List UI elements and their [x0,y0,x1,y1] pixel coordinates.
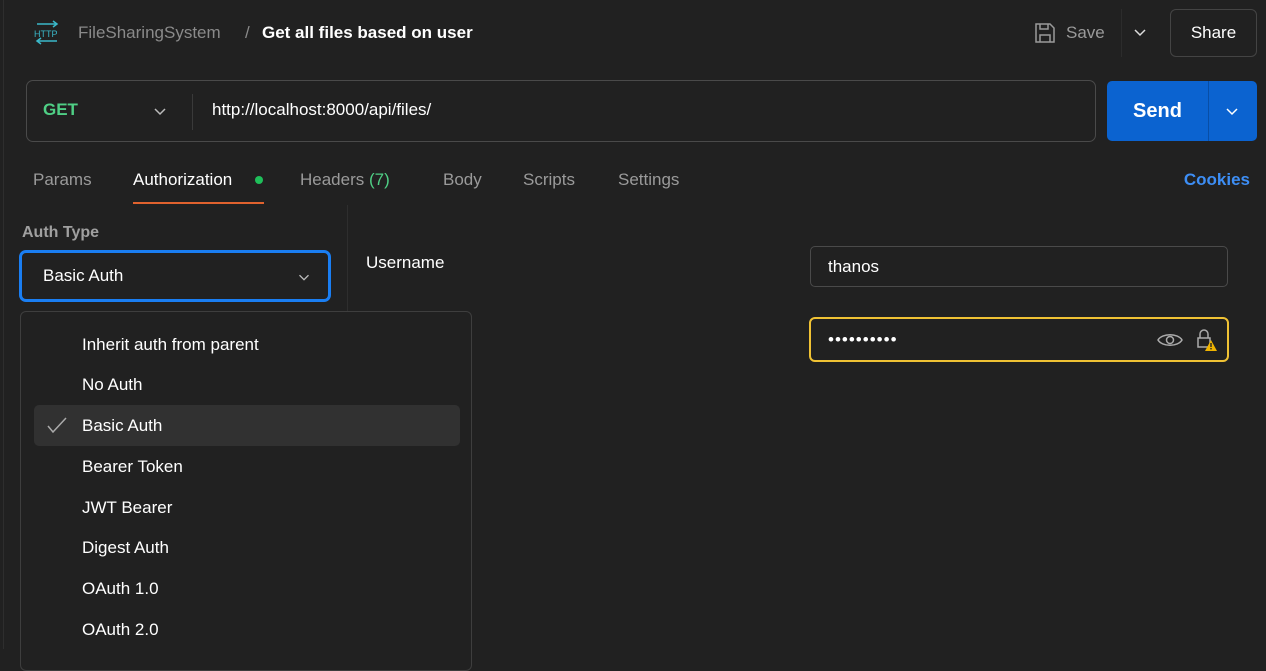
url-input[interactable]: http://localhost:8000/api/files/ [212,100,431,120]
breadcrumb-collection[interactable]: FileSharingSystem [78,22,221,44]
http-request-icon: HTTP [34,20,59,45]
headers-count: (7) [369,170,390,189]
save-label: Save [1066,23,1105,42]
auth-option-no-auth[interactable]: No Auth [34,364,460,405]
status-dot [255,176,263,184]
auth-type-dropdown-menu: Inherit auth from parent No Auth Basic A… [20,311,472,671]
tab-authorization[interactable]: Authorization [133,170,232,190]
save-icon [1035,23,1055,43]
tab-params[interactable]: Params [33,170,92,190]
save-button[interactable]: Save [1034,15,1105,51]
divider [192,94,193,130]
url-bar [26,80,1096,142]
username-input[interactable]: thanos [810,246,1228,287]
active-tab-indicator [133,202,264,204]
save-options-chevron-icon[interactable] [1130,22,1150,42]
check-icon [47,417,67,434]
auth-option-label: Basic Auth [82,415,163,435]
svg-text:HTTP: HTTP [34,29,58,39]
send-options-chevron-icon[interactable] [1222,101,1242,121]
lock-warning-icon[interactable] [1195,328,1219,352]
tab-headers[interactable]: Headers (7) [300,170,390,190]
auth-option-basic-auth[interactable]: Basic Auth [34,405,460,446]
request-title[interactable]: Get all files based on user [262,22,473,44]
divider [1208,81,1209,141]
window-edge [3,0,4,649]
chevron-down-icon [299,274,309,281]
tab-scripts[interactable]: Scripts [523,170,575,190]
auth-option-oauth1[interactable]: OAuth 1.0 [34,568,460,609]
show-password-eye-icon[interactable] [1157,330,1183,350]
divider [1121,9,1122,57]
breadcrumb-separator: / [245,23,250,42]
auth-type-select[interactable]: Basic Auth [19,250,331,302]
auth-option-oauth2[interactable]: OAuth 2.0 [34,609,460,650]
auth-option-bearer-token[interactable]: Bearer Token [34,446,460,487]
tab-body[interactable]: Body [443,170,482,190]
auth-option-digest-auth[interactable]: Digest Auth [34,527,460,568]
method-select[interactable]: GET [43,100,78,120]
chevron-down-icon[interactable] [150,101,170,121]
username-label: Username [366,253,445,272]
tab-settings[interactable]: Settings [618,170,679,190]
auth-type-value: Basic Auth [43,266,124,285]
auth-option-jwt-bearer[interactable]: JWT Bearer [34,487,460,528]
share-button[interactable]: Share [1170,9,1257,57]
auth-option-inherit[interactable]: Inherit auth from parent [34,324,460,365]
cookies-link[interactable]: Cookies [1184,170,1250,190]
auth-type-label: Auth Type [22,224,100,241]
send-button[interactable]: Send [1107,81,1208,141]
tab-headers-label: Headers [300,170,365,189]
